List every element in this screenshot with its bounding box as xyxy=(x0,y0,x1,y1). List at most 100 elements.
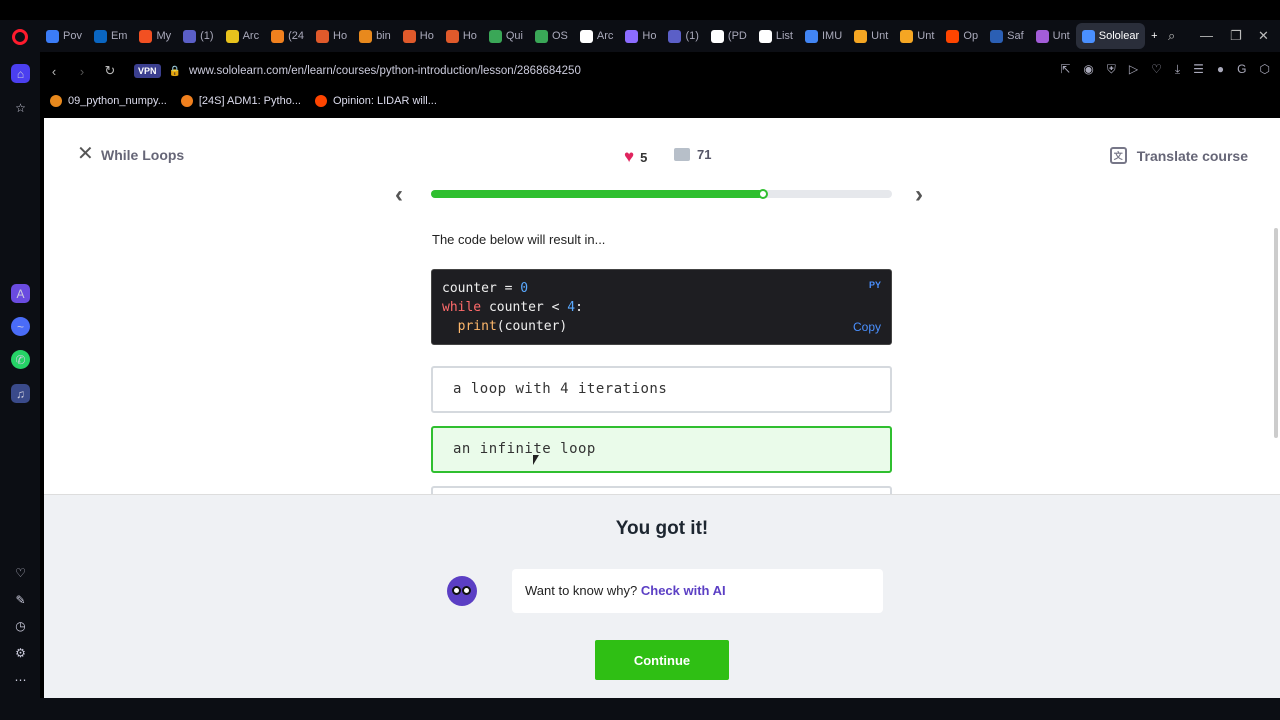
profile-icon[interactable]: ● xyxy=(1217,62,1224,77)
music-icon[interactable]: ♫ xyxy=(11,384,30,403)
minimize-icon[interactable]: — xyxy=(1200,28,1213,43)
share-icon[interactable]: ⇱ xyxy=(1060,62,1070,77)
tab-label: List xyxy=(775,30,793,42)
browser-tab[interactable]: (PD xyxy=(705,23,753,49)
copy-button[interactable]: Copy xyxy=(853,320,881,334)
heart-icon: ♥ xyxy=(624,147,635,166)
tab-label: Pov xyxy=(63,30,82,42)
translate-course-button[interactable]: 文 Translate course xyxy=(1109,147,1248,164)
ai-explain-box: Want to know why? Check with AI xyxy=(512,569,883,613)
new-tab-icon[interactable]: + xyxy=(1145,23,1163,49)
bookmark-item[interactable]: Opinion: LIDAR will... xyxy=(314,95,437,107)
browser-tab[interactable]: Qui xyxy=(483,23,529,49)
tab-label: Ho xyxy=(419,30,434,42)
back-icon[interactable]: ‹ xyxy=(40,64,68,79)
comments-button[interactable]: 71 xyxy=(674,147,711,162)
mascot-eye-right xyxy=(462,586,471,595)
browser-tab[interactable]: (1) xyxy=(177,23,219,49)
play-icon[interactable]: ▷ xyxy=(1129,62,1138,77)
notes-icon[interactable]: ✎ xyxy=(11,590,30,609)
tab-favicon-icon xyxy=(710,29,724,43)
code-line-1: counter = 0 xyxy=(442,281,529,296)
browser-tab[interactable]: (1) xyxy=(662,23,704,49)
browser-tab[interactable]: Pov xyxy=(40,23,88,49)
check-with-ai-link[interactable]: Check with AI xyxy=(641,583,726,598)
extension-cube-icon[interactable]: ⬡ xyxy=(1260,62,1270,77)
tabs-container: Pov Em My (1) Arc (24 Ho bin Ho Ho Qui OS Arc Ho (1) (P… xyxy=(40,22,1164,50)
answer-option-2[interactable]: an infinite loop xyxy=(431,426,892,473)
opera-logo-icon[interactable] xyxy=(12,29,28,45)
browser-tab[interactable]: IMU xyxy=(799,23,848,49)
reload-icon[interactable]: ↻ xyxy=(96,63,124,79)
browser-tab[interactable]: List xyxy=(753,23,799,49)
home-icon[interactable]: ⌂ xyxy=(11,64,30,83)
bookmark-item[interactable]: 09_python_numpy... xyxy=(50,95,167,107)
lock-icon[interactable]: 🔒 xyxy=(169,66,181,77)
hearts-count: 5 xyxy=(640,149,648,165)
browser-sidebar: ⌂ ☆ A ~ ✆ ♫ ♡ ✎ ◷ ⚙ ⋯ xyxy=(0,52,40,720)
lesson-title: While Loops xyxy=(101,147,185,163)
vpn-badge[interactable]: VPN xyxy=(134,64,161,78)
browser-tab[interactable]: Unt xyxy=(848,23,894,49)
browser-tab[interactable]: Unt xyxy=(1030,23,1076,49)
hearts-counter[interactable]: ♥ 5 xyxy=(624,147,647,167)
whatsapp-icon[interactable]: ✆ xyxy=(11,350,30,369)
next-arrow-icon[interactable]: › xyxy=(915,181,923,209)
browser-tab[interactable]: OS xyxy=(529,23,574,49)
comments-count: 71 xyxy=(697,147,712,162)
tab-favicon-icon xyxy=(758,29,772,43)
translate-icon: 文 xyxy=(1109,147,1127,164)
browser-tab[interactable]: Saf xyxy=(984,23,1030,49)
forward-icon[interactable]: › xyxy=(68,64,96,79)
heart-icon[interactable]: ♡ xyxy=(1151,62,1162,77)
browser-tab[interactable]: Arc xyxy=(574,23,620,49)
tab-search-icon[interactable]: ⌕ xyxy=(1168,28,1175,44)
tab-label: Arc xyxy=(596,30,614,42)
history-icon[interactable]: ◷ xyxy=(11,616,30,635)
messenger-icon[interactable]: ~ xyxy=(11,317,30,336)
progress-knob xyxy=(757,189,768,199)
url-field[interactable]: www.sololearn.com/en/learn/courses/pytho… xyxy=(189,65,581,77)
bookmark-item[interactable]: [24S] ADM1: Pytho... xyxy=(180,95,301,107)
aria-icon[interactable]: ☆ xyxy=(11,98,30,117)
aria-ai-icon[interactable]: A xyxy=(11,284,30,303)
browser-tab[interactable]: Ho xyxy=(397,23,440,49)
browser-tab[interactable]: Unt xyxy=(894,23,940,49)
more-icon[interactable]: ⋯ xyxy=(11,670,30,689)
tab-label: Unt xyxy=(917,30,935,42)
scrollbar[interactable] xyxy=(1274,228,1278,438)
extension-g-icon[interactable]: G xyxy=(1237,62,1246,77)
browser-tab[interactable]: (24 xyxy=(265,23,310,49)
browser-tab[interactable]: Arc xyxy=(220,23,266,49)
browser-tab[interactable]: bin xyxy=(353,23,397,49)
browser-tab[interactable]: My xyxy=(133,23,177,49)
close-window-icon[interactable]: ✕ xyxy=(1258,28,1269,44)
browser-tab[interactable]: Ho xyxy=(619,23,662,49)
browser-tab[interactable]: Ho xyxy=(310,23,353,49)
answer-option-1[interactable]: a loop with 4 iterations xyxy=(431,366,892,413)
mascot-eye-left xyxy=(452,586,461,595)
continue-button[interactable]: Continue xyxy=(595,640,729,680)
address-bar-actions: ⇱ ◉ ⛨ ▷ ♡ ⤓ ☰ ● G ⬡ xyxy=(1060,62,1270,77)
camera-icon[interactable]: ◉ xyxy=(1083,62,1093,77)
shield-icon[interactable]: ⛨ xyxy=(1107,62,1116,77)
menu-icon[interactable]: ☰ xyxy=(1193,62,1204,77)
tab-favicon-icon xyxy=(271,29,285,43)
browser-tab[interactable]: Em xyxy=(88,23,134,49)
settings-gear-icon[interactable]: ⚙ xyxy=(11,643,30,662)
browser-tab[interactable]: Sololear xyxy=(1075,23,1146,49)
prev-arrow-icon[interactable]: ‹ xyxy=(395,181,403,209)
browser-tab[interactable]: Ho xyxy=(440,23,483,49)
bookmarks-bar: 09_python_numpy... [24S] ADM1: Pytho... Op… xyxy=(50,91,437,111)
bookmark-label: [24S] ADM1: Pytho... xyxy=(198,95,301,107)
tab-label: IMU xyxy=(822,30,843,42)
tab-favicon-icon xyxy=(316,29,329,43)
restore-icon[interactable]: ❐ xyxy=(1230,28,1242,44)
download-icon[interactable]: ⤓ xyxy=(1175,62,1180,77)
browser-tab[interactable]: Op xyxy=(940,23,984,49)
tab-label: (24 xyxy=(288,30,304,42)
bookmark-label: Opinion: LIDAR will... xyxy=(332,95,437,107)
tab-favicon-icon xyxy=(946,29,960,43)
favorites-icon[interactable]: ♡ xyxy=(11,563,30,582)
close-lesson-icon[interactable]: ✕ xyxy=(77,144,94,164)
